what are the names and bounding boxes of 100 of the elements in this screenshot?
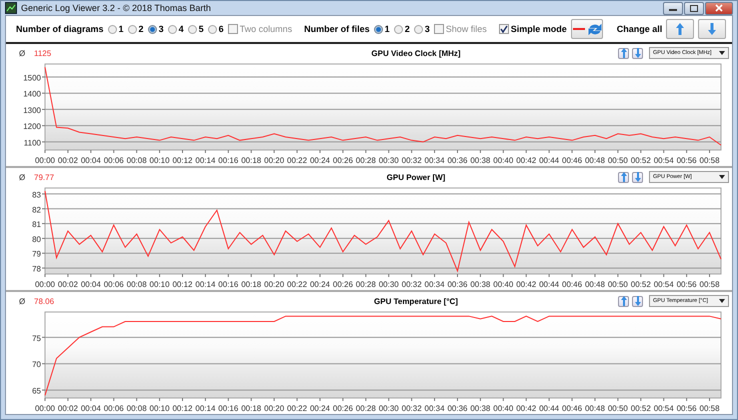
diagrams-label: Number of diagrams xyxy=(16,24,104,34)
x-tick-label: 00:02 xyxy=(58,404,78,413)
x-tick-label: 00:04 xyxy=(80,156,101,165)
x-tick-label: 00:48 xyxy=(584,156,605,165)
diagram-title: GPU Power [W] xyxy=(386,172,446,182)
diagram-title: GPU Video Clock [MHz] xyxy=(371,48,461,58)
x-tick-label: 00:56 xyxy=(676,280,697,289)
x-tick-label: 00:18 xyxy=(241,280,262,289)
close-button[interactable] xyxy=(705,2,733,14)
x-tick-label: 00:08 xyxy=(126,156,147,165)
x-tick-label: 00:30 xyxy=(378,280,399,289)
move-up-button[interactable] xyxy=(618,48,629,58)
y-tick-label: 80 xyxy=(32,234,41,244)
down-arrow-icon xyxy=(707,22,718,36)
x-tick-label: 00:52 xyxy=(630,156,651,165)
y-tick-label: 1500 xyxy=(23,73,41,82)
x-tick-label: 00:42 xyxy=(516,404,536,413)
x-tick-label: 00:46 xyxy=(562,404,582,413)
y-tick-label: 82 xyxy=(32,205,41,214)
x-tick-label: 00:02 xyxy=(58,280,78,289)
x-tick-label: 00:14 xyxy=(195,280,216,289)
x-tick-label: 00:00 xyxy=(34,404,56,413)
x-tick-label: 00:48 xyxy=(584,404,605,413)
y-tick-label: 78 xyxy=(32,264,41,274)
x-tick-label: 00:26 xyxy=(332,280,353,289)
change-all-label: Change all xyxy=(616,24,662,34)
move-down-button[interactable] xyxy=(698,19,726,39)
x-tick-label: 00:58 xyxy=(700,280,720,289)
up-arrow-icon xyxy=(620,48,626,58)
x-tick-label: 00:44 xyxy=(539,156,560,165)
x-tick-label: 00:28 xyxy=(356,404,376,413)
x-tick-label: 00:50 xyxy=(608,280,628,289)
y-tick-label: 1100 xyxy=(24,138,41,148)
x-tick-label: 00:58 xyxy=(700,404,720,413)
x-tick-label: 00:10 xyxy=(150,404,170,413)
x-tick-label: 00:22 xyxy=(287,156,308,165)
x-tick-label: 00:56 xyxy=(676,156,697,165)
move-down-button[interactable] xyxy=(632,48,643,58)
x-tick-label: 00:24 xyxy=(310,156,330,165)
x-tick-label: 00:20 xyxy=(264,404,284,413)
x-tick-label: 00:20 xyxy=(264,280,284,289)
x-tick-label: 00:12 xyxy=(172,404,192,413)
x-tick-label: 00:42 xyxy=(516,156,536,165)
x-tick-label: 00:06 xyxy=(104,404,124,413)
x-tick-label: 00:46 xyxy=(562,280,582,289)
x-tick-label: 00:04 xyxy=(80,280,101,289)
average-symbol: Ø xyxy=(19,296,26,306)
x-tick-label: 00:00 xyxy=(34,156,56,165)
x-tick-label: 00:14 xyxy=(195,404,216,413)
x-tick-label: 00:34 xyxy=(424,404,445,413)
x-tick-label: 00:52 xyxy=(630,404,651,413)
down-arrow-icon xyxy=(634,48,640,58)
move-down-button[interactable] xyxy=(632,172,643,182)
x-tick-label: 00:06 xyxy=(104,280,124,289)
average-value: 79.77 xyxy=(34,172,56,182)
x-tick-label: 00:36 xyxy=(447,404,468,413)
move-up-button[interactable] xyxy=(666,19,694,39)
x-tick-label: 00:06 xyxy=(104,156,124,165)
x-tick-label: 00:34 xyxy=(424,280,445,289)
x-tick-label: 00:42 xyxy=(516,280,536,289)
y-tick-label: 1400 xyxy=(23,90,41,99)
x-tick-label: 00:32 xyxy=(402,280,422,289)
caret-icon xyxy=(719,175,725,179)
simple-mode-checkbox[interactable]: Simple mode xyxy=(498,24,567,34)
x-tick-label: 00:12 xyxy=(172,156,192,165)
caret-icon xyxy=(719,51,725,55)
x-tick-label: 00:08 xyxy=(126,404,147,413)
x-tick-label: 00:18 xyxy=(241,156,262,165)
diagram-title: GPU Temperature [°C] xyxy=(374,296,458,306)
x-tick-label: 00:14 xyxy=(195,156,216,165)
x-tick-label: 00:20 xyxy=(264,156,284,165)
x-tick-label: 00:02 xyxy=(58,156,78,165)
maximize-icon xyxy=(690,4,698,12)
move-up-button[interactable] xyxy=(618,172,629,182)
x-tick-label: 00:16 xyxy=(218,404,238,413)
line-swap-icon xyxy=(572,23,602,35)
x-tick-label: 00:32 xyxy=(402,156,422,165)
average-value: 1125 xyxy=(34,48,52,58)
x-tick-label: 00:10 xyxy=(150,156,170,165)
x-tick-label: 00:40 xyxy=(493,280,514,289)
x-tick-label: 00:28 xyxy=(356,280,376,289)
x-tick-label: 00:24 xyxy=(310,404,330,413)
y-tick-label: 83 xyxy=(32,190,41,200)
move-down-button[interactable] xyxy=(632,296,643,306)
average-symbol: Ø xyxy=(19,48,26,58)
minimize-button[interactable] xyxy=(663,2,683,14)
x-tick-label: 00:38 xyxy=(470,404,490,413)
x-tick-label: 00:28 xyxy=(356,156,376,165)
x-tick-label: 00:00 xyxy=(34,280,56,289)
maximize-button[interactable] xyxy=(684,2,704,14)
x-tick-label: 00:54 xyxy=(654,404,674,413)
x-tick-label: 00:16 xyxy=(218,156,238,165)
average-symbol: Ø xyxy=(19,172,26,182)
up-arrow-icon xyxy=(620,172,626,182)
move-up-button[interactable] xyxy=(618,296,629,306)
x-tick-label: 00:38 xyxy=(470,280,490,289)
average-value: 78.06 xyxy=(34,296,56,306)
x-tick-label: 00:54 xyxy=(654,280,674,289)
y-tick-label: 1200 xyxy=(23,122,41,132)
mode-switch-button[interactable] xyxy=(570,19,603,39)
